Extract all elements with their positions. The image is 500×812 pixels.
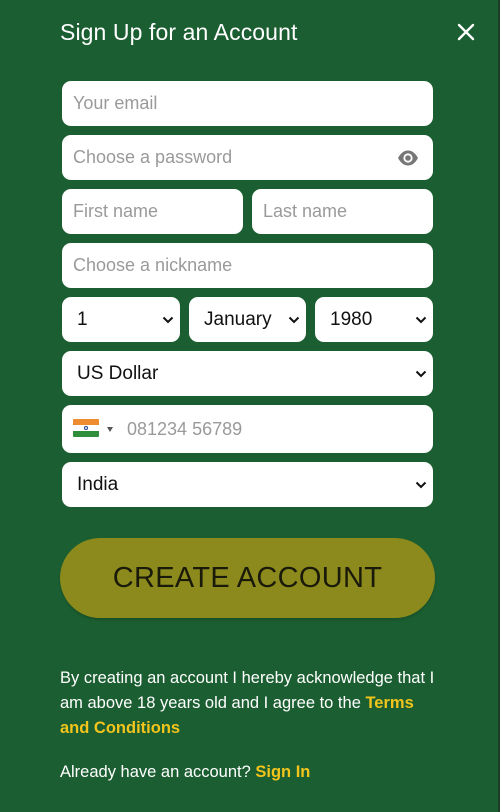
signin-link[interactable]: Sign In: [255, 763, 310, 781]
dob-day-value: 1: [77, 308, 88, 330]
first-name-input[interactable]: [62, 189, 243, 234]
country-select[interactable]: India: [62, 462, 433, 507]
dob-month-value: January: [204, 308, 272, 330]
chevron-down-icon: [415, 481, 427, 488]
dob-month-select[interactable]: January: [189, 297, 306, 342]
first-name-field[interactable]: [62, 189, 243, 234]
phone-field[interactable]: [62, 405, 433, 453]
chevron-down-icon: [162, 316, 174, 323]
last-name-field[interactable]: [252, 189, 433, 234]
signin-prompt: Already have an account?: [60, 763, 256, 781]
phone-input[interactable]: [118, 405, 433, 453]
close-icon: [457, 23, 475, 41]
chevron-down-icon: [288, 316, 300, 323]
show-password-toggle[interactable]: [397, 149, 419, 167]
signin-prompt-line: Already have an account? Sign In: [60, 760, 310, 785]
dob-year-value: 1980: [330, 308, 373, 330]
dob-day-select[interactable]: 1: [62, 297, 180, 342]
create-account-button[interactable]: CREATE ACCOUNT: [60, 538, 435, 618]
create-account-label: CREATE ACCOUNT: [112, 561, 383, 594]
country-value: India: [77, 473, 119, 495]
password-field[interactable]: [62, 135, 433, 180]
country-code-caret-icon[interactable]: [107, 427, 113, 432]
email-input[interactable]: [62, 81, 433, 126]
nickname-input[interactable]: [62, 243, 433, 288]
email-field[interactable]: [62, 81, 433, 126]
india-flag-icon[interactable]: [73, 419, 99, 437]
chevron-down-icon: [415, 370, 427, 377]
last-name-input[interactable]: [252, 189, 433, 234]
legal-notice: By creating an account I hereby acknowle…: [60, 666, 440, 741]
currency-value: US Dollar: [77, 362, 159, 384]
eye-icon: [398, 150, 418, 166]
close-button[interactable]: [452, 18, 480, 46]
chevron-down-icon: [415, 316, 427, 323]
password-input[interactable]: [62, 135, 433, 180]
nickname-field[interactable]: [62, 243, 433, 288]
dob-year-select[interactable]: 1980: [315, 297, 433, 342]
currency-select[interactable]: US Dollar: [62, 351, 433, 396]
page-title: Sign Up for an Account: [60, 19, 298, 45]
